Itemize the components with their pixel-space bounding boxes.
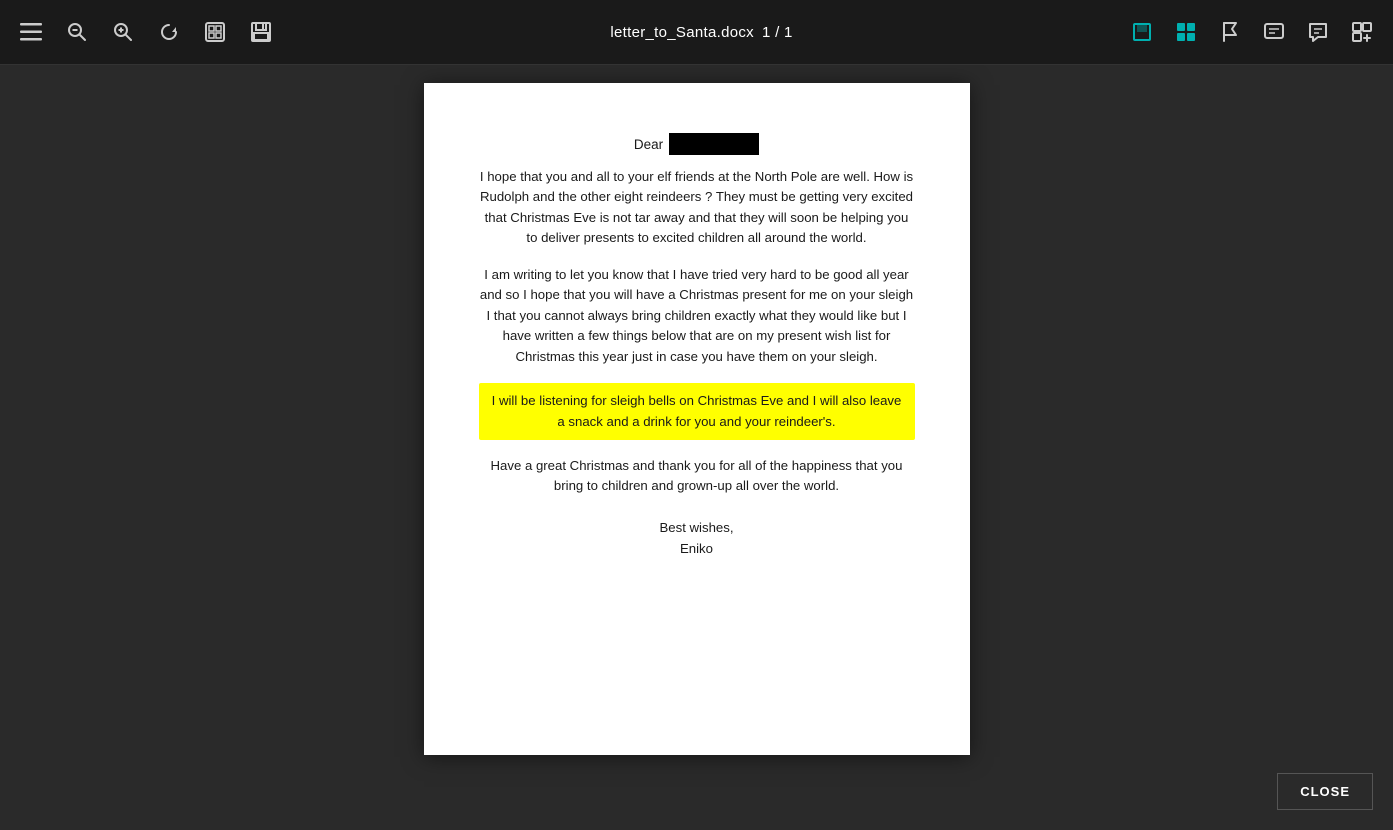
doc-closing-line: Best wishes, xyxy=(479,517,915,538)
toolbar-right xyxy=(1127,17,1377,47)
view-single-icon[interactable] xyxy=(1127,17,1157,47)
toolbar-center: letter_to_Santa.docx 1 / 1 xyxy=(276,24,1127,41)
page-indicator: 1 / 1 xyxy=(762,24,793,41)
toolbar-left xyxy=(16,17,276,47)
redacted-name xyxy=(669,133,759,155)
document-viewer: Dear I hope that you and all to your elf… xyxy=(0,65,1393,830)
flag-icon[interactable] xyxy=(1215,17,1245,47)
comment-box-icon[interactable] xyxy=(1259,17,1289,47)
overflow-icon[interactable] xyxy=(1347,17,1377,47)
save-icon[interactable] xyxy=(246,17,276,47)
close-button[interactable]: CLOSE xyxy=(1277,773,1373,810)
greeting-text: Dear xyxy=(634,137,663,152)
menu-icon[interactable] xyxy=(16,17,46,47)
doc-signature: Eniko xyxy=(479,538,915,559)
doc-highlighted-text: I will be listening for sleigh bells on … xyxy=(479,383,915,440)
doc-paragraph-2: I am writing to let you know that I have… xyxy=(479,265,915,367)
toolbar: letter_to_Santa.docx 1 / 1 xyxy=(0,0,1393,65)
zoom-in-icon[interactable] xyxy=(108,17,138,47)
view-grid-icon[interactable] xyxy=(1171,17,1201,47)
doc-greeting: Dear xyxy=(479,133,915,155)
rotate-icon[interactable] xyxy=(154,17,184,47)
doc-closing: Best wishes, Eniko xyxy=(479,517,915,559)
document-title: letter_to_Santa.docx xyxy=(610,24,754,41)
zoom-out-icon[interactable] xyxy=(62,17,92,47)
snapshot-icon[interactable] xyxy=(200,17,230,47)
doc-paragraph-3: Have a great Christmas and thank you for… xyxy=(479,456,915,497)
doc-paragraph-1: I hope that you and all to your elf frie… xyxy=(479,167,915,249)
document-page: Dear I hope that you and all to your elf… xyxy=(424,83,970,755)
chat-icon[interactable] xyxy=(1303,17,1333,47)
